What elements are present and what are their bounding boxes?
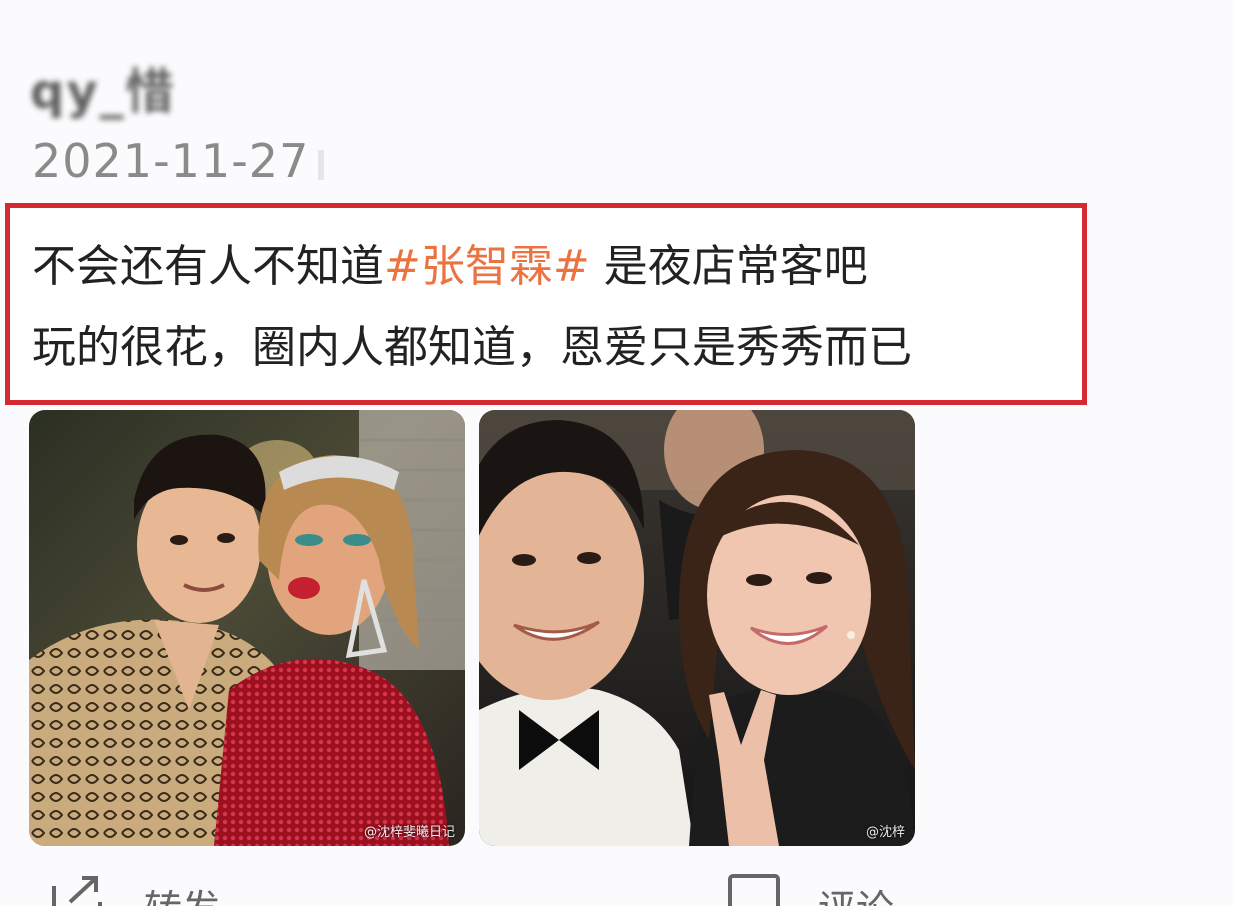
- post-text-line-1: 不会还有人不知道#张智霖# 是夜店常客吧: [32, 230, 868, 294]
- repost-label: 转发: [144, 878, 220, 906]
- post-date: 2021-11-27: [32, 134, 310, 188]
- post-image-1[interactable]: @沈梓斐曦日记: [29, 410, 465, 846]
- post-text-highlight-box: 不会还有人不知道#张智霖# 是夜店常客吧 玩的很花，圈内人都知道，恩爱只是秀秀而…: [5, 203, 1087, 405]
- repost-icon: [50, 874, 106, 906]
- post-text-suffix: 是夜店常客吧: [589, 241, 868, 292]
- repost-button[interactable]: 转发: [50, 874, 220, 906]
- post-text-line-2: 玩的很花，圈内人都知道，恩爱只是秀秀而已: [32, 322, 912, 373]
- post-image-2[interactable]: @沈梓: [479, 410, 915, 846]
- post-text-prefix: 不会还有人不知道: [32, 241, 384, 292]
- image-watermark: @沈梓: [865, 825, 905, 840]
- comment-icon: [728, 874, 780, 906]
- hashtag-link[interactable]: #张智霖#: [384, 241, 590, 292]
- username[interactable]: qy_惜: [30, 52, 176, 120]
- comment-button[interactable]: 评论: [728, 874, 894, 906]
- comment-label: 评论: [818, 878, 894, 906]
- date-separator: [318, 150, 324, 180]
- post-action-bar: 转发 评论: [0, 868, 1234, 906]
- image-watermark: @沈梓斐曦日记: [363, 825, 455, 840]
